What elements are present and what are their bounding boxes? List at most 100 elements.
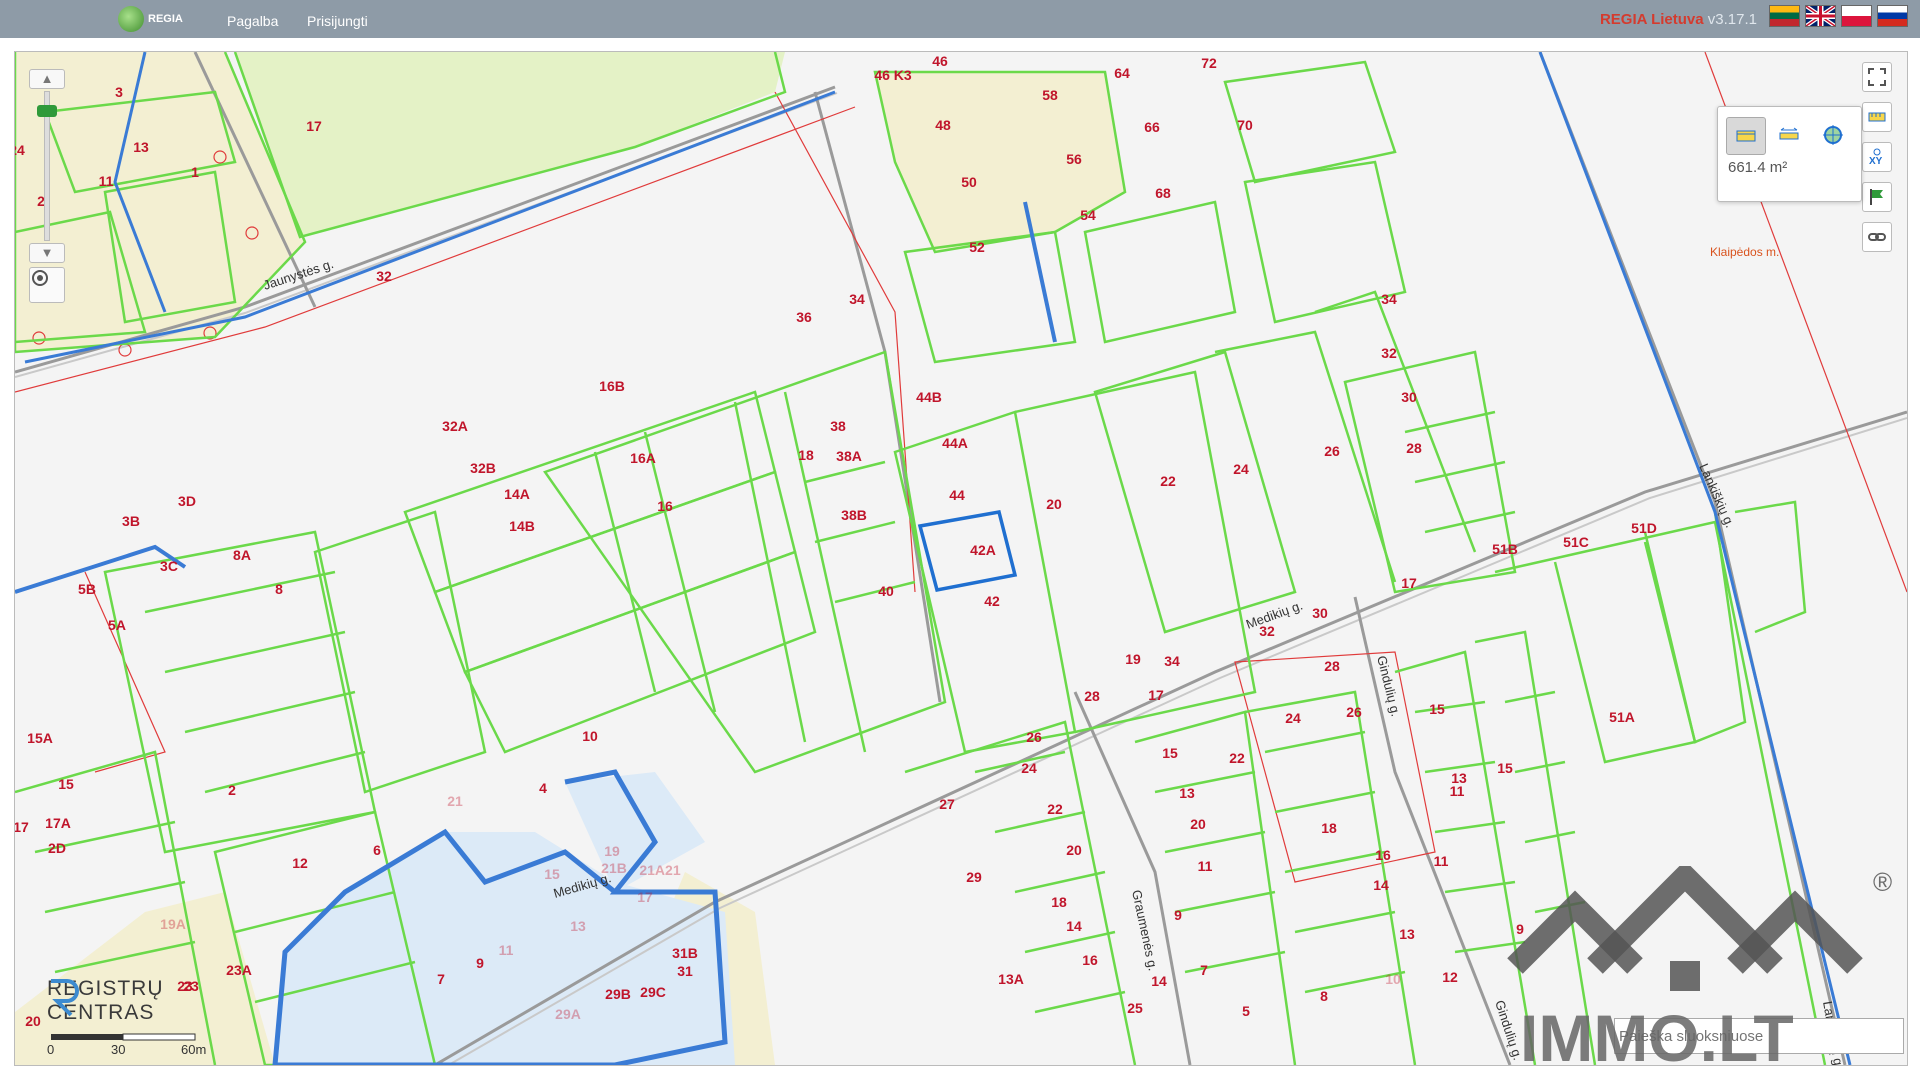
map-canvas[interactable]: 62604646 K364725848667056506854521724131…	[15, 52, 1907, 1065]
lithuanian-flag[interactable]	[1769, 5, 1800, 27]
parcel-label: 64	[1114, 65, 1130, 81]
cadastral-map[interactable]: 62604646 K364725848667056506854521724131…	[14, 51, 1908, 1066]
point-coordinate-button[interactable]	[1814, 117, 1852, 153]
measure-button[interactable]	[1862, 102, 1892, 132]
flag-icon	[1870, 189, 1883, 205]
parcel-label: 32B	[470, 460, 496, 476]
regia-logo-icon	[118, 6, 144, 32]
parcel-label: 26	[1324, 443, 1340, 459]
selected-parcel-44[interactable]	[917, 509, 1018, 593]
parcel-label: 30	[1312, 605, 1328, 621]
parcel-label: 1	[191, 164, 199, 180]
distance-measure-button[interactable]	[1770, 117, 1808, 153]
parcel-label: 29B	[605, 986, 631, 1002]
parcel-label: 16B	[599, 378, 625, 394]
parcel-label: 9	[476, 955, 484, 971]
parcel-label: 44	[949, 487, 965, 503]
xy-coordinates-button[interactable]: XY	[1862, 142, 1892, 172]
parcel-label: 13A	[998, 971, 1024, 987]
parcel-label: 16	[657, 498, 673, 514]
parcel-label: 23	[177, 978, 193, 994]
brand-name: REGIA Lietuva	[1599, 11, 1704, 28]
parcel-label: 16	[1375, 847, 1391, 863]
parcel-label: 14	[1151, 973, 1167, 989]
polish-flag[interactable]	[1841, 5, 1872, 27]
parcel-label: 15	[1162, 745, 1178, 761]
parcel-label: 11	[99, 173, 114, 189]
version-label: v3.17.1	[1707, 11, 1757, 28]
parcel-label: 15	[1429, 701, 1445, 717]
parcel-label: 32	[1381, 345, 1397, 361]
parcel-label: 22	[1229, 750, 1245, 766]
parcel-label: 52	[969, 239, 985, 255]
english-flag[interactable]	[1805, 5, 1836, 27]
parcel-label: 29A	[555, 1006, 581, 1022]
parcel-label: 14	[1373, 877, 1389, 893]
locate-button[interactable]	[29, 267, 65, 303]
zoom-out-button[interactable]: ▼	[29, 243, 65, 263]
parcel-label: 34	[849, 291, 865, 307]
parcel-label: 2D	[48, 840, 66, 856]
fullscreen-button[interactable]	[1862, 62, 1892, 92]
parcel-label: 13	[570, 918, 586, 934]
parcel-label: 14B	[509, 518, 535, 534]
parcel-label: 21	[447, 793, 463, 809]
parcel-label: 13	[1179, 785, 1195, 801]
parcel-label: 51D	[1631, 520, 1657, 536]
top-bar: REGIA Pagalba Prisijungti REGIA Lietuva …	[0, 0, 1920, 38]
parcel-label: 19A	[160, 916, 186, 932]
red-line-5	[84, 571, 166, 773]
parcel-label: 4	[539, 780, 547, 796]
parcel-label: 40	[878, 583, 894, 599]
parcel-label: 17	[306, 118, 322, 134]
parcel-label: 11	[499, 942, 514, 958]
parcel-label: 36	[796, 309, 812, 325]
parcel-label: 42	[984, 593, 1000, 609]
parcel-label: 24	[1021, 760, 1037, 776]
zoom-slider-handle[interactable]	[37, 105, 57, 117]
parcel-label: 44A	[942, 435, 968, 451]
link-button[interactable]	[1862, 222, 1892, 252]
parcel-label: 56	[1066, 151, 1082, 167]
parcel-label: 7	[437, 971, 445, 987]
area-measure-button[interactable]	[1726, 117, 1766, 155]
parcel-label: 17A	[45, 815, 71, 831]
nav-help-link[interactable]: Pagalba	[227, 13, 278, 29]
parcel-label: 18	[1051, 894, 1067, 910]
parcel-label: 30	[1401, 389, 1417, 405]
parcel-label: 38B	[841, 507, 867, 523]
russian-flag[interactable]	[1877, 5, 1908, 27]
zoom-in-button[interactable]: ▲	[29, 69, 65, 89]
parcel-label: 14A	[504, 486, 530, 502]
point-coordinate-icon	[1823, 125, 1843, 145]
regia-logo[interactable]: REGIA	[118, 6, 183, 32]
logo-text: REGIA	[148, 13, 183, 25]
parcel-label: 19	[604, 843, 620, 859]
parcel-label: 16	[1082, 952, 1098, 968]
nav-login-link[interactable]: Prisijungti	[307, 13, 368, 29]
parcel-label: 26	[1346, 704, 1362, 720]
layer-search-input[interactable]	[1614, 1018, 1904, 1054]
municipality-label: Klaipėdos m.	[1710, 245, 1779, 259]
parcel-label: 22	[1160, 473, 1176, 489]
parcel-label: 8	[1320, 988, 1328, 1004]
parcel-label: 28	[1406, 440, 1422, 456]
parcel-label: 51A	[1609, 709, 1635, 725]
brand-title: REGIA Lietuva v3.17.1	[1600, 11, 1757, 28]
parcel-label: 3D	[178, 493, 196, 509]
parcel-label: 13	[1399, 926, 1415, 942]
parcel-label: 54	[1080, 207, 1096, 223]
parcel-label: 9	[1516, 921, 1524, 937]
parcel-label: 18	[798, 447, 814, 463]
parcel-label: 14	[1066, 918, 1082, 934]
language-flags	[1769, 5, 1908, 27]
parcel-label: 5B	[78, 581, 96, 597]
parcel-label: 11	[1198, 858, 1213, 874]
parcel-label: 22	[1047, 801, 1063, 817]
parcel-label: 8A	[233, 547, 251, 563]
parcel-label: 48	[935, 117, 951, 133]
flag-button[interactable]	[1862, 182, 1892, 212]
scale-label-30: 30	[111, 1042, 125, 1057]
parcel-label: 68	[1155, 185, 1171, 201]
parcel-label: 20	[25, 1013, 41, 1029]
